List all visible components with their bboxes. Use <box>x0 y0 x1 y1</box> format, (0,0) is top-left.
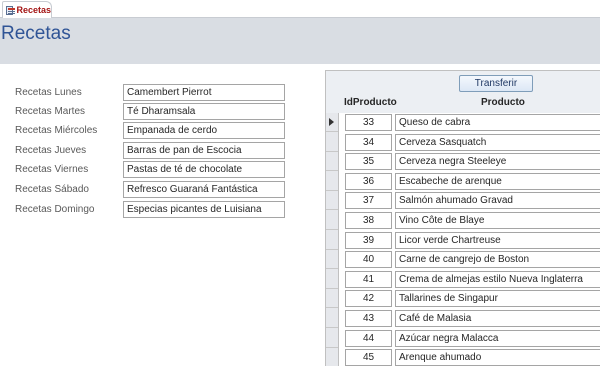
cell-idproducto[interactable]: 35 <box>345 153 392 171</box>
table-row: 45 Arenque ahumado <box>339 348 600 366</box>
page-title: Recetas <box>1 23 71 44</box>
document-tab-strip: Recetas <box>0 0 600 18</box>
record-selector[interactable] <box>326 309 338 328</box>
table-row: 41 Crema de almejas estilo Nueva Inglate… <box>339 270 600 290</box>
cell-idproducto[interactable]: 38 <box>345 212 392 229</box>
cell-idproducto[interactable]: 37 <box>345 192 392 210</box>
cell-idproducto[interactable]: 44 <box>345 329 392 347</box>
record-selector-column <box>326 113 339 366</box>
cell-idproducto[interactable]: 39 <box>345 231 392 249</box>
cell-producto[interactable]: Crema de almejas estilo Nueva Inglaterra <box>395 270 600 288</box>
cell-idproducto[interactable]: 34 <box>345 133 392 151</box>
field-recetas-viernes[interactable]: Pastas de té de chocolate <box>123 161 285 178</box>
record-selector[interactable] <box>326 191 338 211</box>
field-recetas-miercoles[interactable]: Empanada de cerdo <box>123 122 285 139</box>
record-selector[interactable] <box>326 211 338 230</box>
record-selector[interactable] <box>326 250 338 270</box>
cell-producto[interactable]: Vino Côte de Blaye <box>395 212 600 229</box>
table-row: 40 Carne de cangrejo de Boston <box>339 250 600 270</box>
form-icon <box>6 5 16 15</box>
cell-producto[interactable]: Arenque ahumado <box>395 349 600 366</box>
label-recetas-miercoles: Recetas Miércoles <box>15 125 98 136</box>
table-row: 39 Licor verde Chartreuse <box>339 231 600 251</box>
record-selector[interactable] <box>326 329 338 348</box>
record-selector[interactable] <box>326 270 338 289</box>
cell-idproducto[interactable]: 41 <box>345 270 392 288</box>
table-row: 34 Cerveza Sasquatch <box>339 133 600 153</box>
record-selector[interactable] <box>326 348 338 366</box>
label-recetas-jueves: Recetas Jueves <box>15 145 87 156</box>
cell-producto[interactable]: Salmón ahumado Gravad <box>395 192 600 210</box>
record-selector[interactable] <box>326 133 338 152</box>
table-row: 33 Queso de cabra <box>339 113 600 133</box>
record-selector[interactable] <box>326 172 338 191</box>
record-selector[interactable] <box>326 231 338 250</box>
cell-producto[interactable]: Azúcar negra Malacca <box>395 329 600 347</box>
form-header: Recetas <box>0 18 600 64</box>
record-selector[interactable] <box>326 289 338 309</box>
field-recetas-sabado[interactable]: Refresco Guaraná Fantástica <box>123 181 285 198</box>
label-recetas-martes: Recetas Martes <box>15 106 86 117</box>
cell-idproducto[interactable]: 45 <box>345 349 392 366</box>
table-row: 43 Café de Malasia <box>339 309 600 329</box>
field-recetas-jueves[interactable]: Barras de pan de Escocia <box>123 142 285 159</box>
cell-producto[interactable]: Cerveza Sasquatch <box>395 133 600 151</box>
table-row: 38 Vino Côte de Blaye <box>339 211 600 231</box>
record-selector[interactable] <box>326 152 338 172</box>
field-recetas-martes[interactable]: Té Dharamsala <box>123 103 285 120</box>
transfer-button[interactable]: Transferir <box>459 75 533 92</box>
column-header-idproducto: IdProducto <box>344 97 397 108</box>
label-recetas-lunes: Recetas Lunes <box>15 87 82 98</box>
tab-recetas[interactable]: Recetas <box>2 1 52 18</box>
cell-producto[interactable]: Licor verde Chartreuse <box>395 231 600 249</box>
cell-producto[interactable]: Queso de cabra <box>395 114 600 131</box>
record-selector[interactable] <box>326 113 338 132</box>
cell-producto[interactable]: Carne de cangrejo de Boston <box>395 251 600 269</box>
table-row: 35 Cerveza negra Steeleye <box>339 152 600 172</box>
column-header-producto: Producto <box>481 97 525 108</box>
cell-producto[interactable]: Tallarines de Singapur <box>395 290 600 308</box>
cell-producto[interactable]: Cerveza negra Steeleye <box>395 153 600 171</box>
tab-label: Recetas <box>16 5 51 15</box>
table-row: 44 Azúcar negra Malacca <box>339 329 600 349</box>
label-recetas-domingo: Recetas Domingo <box>15 204 95 215</box>
label-recetas-sabado: Recetas Sábado <box>15 184 89 195</box>
table-row: 36 Escabeche de arenque <box>339 172 600 192</box>
cell-idproducto[interactable]: 36 <box>345 172 392 190</box>
label-recetas-viernes: Recetas Viernes <box>15 164 89 175</box>
cell-idproducto[interactable]: 42 <box>345 290 392 308</box>
cell-idproducto[interactable]: 40 <box>345 251 392 269</box>
cell-producto[interactable]: Escabeche de arenque <box>395 172 600 190</box>
field-recetas-lunes[interactable]: Camembert Pierrot <box>123 84 285 101</box>
cell-producto[interactable]: Café de Malasia <box>395 310 600 327</box>
subform-header: Transferir IdProducto Producto <box>326 71 600 113</box>
products-subform: Transferir IdProducto Producto 33 Queso … <box>325 70 600 366</box>
field-recetas-domingo[interactable]: Especias picantes de Luisiana <box>123 201 285 218</box>
table-row: 42 Tallarines de Singapur <box>339 289 600 309</box>
current-record-icon <box>329 118 334 126</box>
cell-idproducto[interactable]: 33 <box>345 114 392 131</box>
cell-idproducto[interactable]: 43 <box>345 310 392 327</box>
table-row: 37 Salmón ahumado Gravad <box>339 191 600 211</box>
